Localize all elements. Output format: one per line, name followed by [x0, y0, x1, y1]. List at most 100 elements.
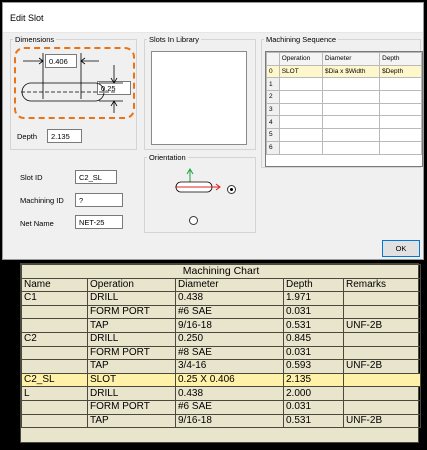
sequence-row[interactable]: 2 [266, 90, 422, 104]
ok-button[interactable]: OK [382, 240, 420, 257]
sequence-diameter-cell[interactable] [321, 140, 381, 155]
chart-operation-cell: TAP [87, 359, 176, 374]
chart-row: C2_SL SLOT 0.25 X 0.406 2.135 [21, 372, 422, 388]
chart-diameter-cell: #6 SAE [175, 304, 284, 320]
sequence-operation-cell[interactable] [278, 140, 323, 155]
chart-row: TAP 9/16-18 0.531 UNF-2B [21, 318, 422, 333]
chart-remarks-cell: UNF-2B [342, 318, 422, 333]
chart-operation-cell: TAP [87, 413, 176, 429]
sequence-row-number: 1 [266, 77, 280, 92]
machining-id-label: Machining ID [20, 196, 64, 205]
orientation-horizontal-radio[interactable] [227, 185, 236, 194]
chart-name-cell [21, 359, 88, 374]
sequence-col-operation[interactable]: Operation [278, 52, 323, 66]
sequence-depth-cell[interactable]: $Depth [379, 64, 422, 79]
chart-name-cell [21, 304, 88, 320]
machining-sequence-legend: Machining Sequence [266, 35, 337, 44]
chart-row: FORM PORT #8 SAE 0.031 [21, 345, 422, 361]
chart-row: FORM PORT #6 SAE 0.031 [21, 304, 422, 320]
chart-row: C1 DRILL 0.438 1.971 [21, 291, 422, 306]
chart-col-name: Name [21, 277, 88, 293]
sequence-diameter-cell[interactable] [321, 90, 381, 104]
chart-name-cell [21, 318, 88, 333]
chart-remarks-cell [342, 345, 422, 361]
sequence-diameter-cell[interactable] [321, 102, 381, 117]
chart-name-cell: C1 [21, 291, 88, 306]
sequence-row[interactable]: 6 [266, 140, 422, 155]
dimensions-legend: Dimensions [15, 35, 55, 44]
sequence-row[interactable]: 4 [266, 115, 422, 130]
sequence-depth-cell[interactable] [379, 77, 422, 92]
sequence-row-number: 5 [266, 128, 280, 142]
chart-depth-cell: 0.531 [283, 318, 344, 333]
sequence-row-number: 0 [266, 64, 280, 79]
chart-diameter-cell: 3/4-16 [175, 359, 284, 374]
slots-library-list[interactable] [151, 51, 247, 145]
chart-remarks-cell: UNF-2B [342, 359, 422, 374]
sequence-row-number: 3 [266, 102, 280, 117]
chart-operation-cell: FORM PORT [87, 399, 176, 415]
chart-title-row: Machining Chart [20, 264, 422, 279]
chart-depth-cell: 0.031 [283, 304, 344, 320]
orientation-legend: Orientation [149, 153, 186, 162]
sequence-diameter-cell[interactable] [321, 128, 381, 142]
chart-name-cell: L [21, 386, 88, 401]
sequence-depth-cell[interactable] [379, 90, 422, 104]
chart-diameter-cell: 9/16-18 [175, 413, 284, 429]
sequence-col-depth[interactable]: Depth [379, 52, 422, 66]
sequence-depth-cell[interactable] [379, 128, 422, 142]
sequence-operation-cell[interactable] [278, 115, 323, 130]
chart-depth-cell: 0.531 [283, 413, 344, 429]
depth-label: Depth [17, 132, 38, 141]
chart-header-row: Name Operation Diameter Depth Remarks [21, 277, 422, 293]
chart-operation-cell: DRILL [87, 291, 176, 306]
sequence-diameter-cell[interactable] [321, 77, 381, 92]
orientation-vertical-radio[interactable] [189, 216, 198, 225]
chart-name-cell [21, 413, 88, 429]
chart-operation-cell: FORM PORT [87, 345, 176, 361]
chart-name-cell [21, 399, 88, 415]
sequence-operation-cell[interactable] [278, 90, 323, 104]
sequence-row[interactable]: 3 [266, 102, 422, 117]
depth-input[interactable]: 2.135 [47, 129, 82, 143]
sequence-row[interactable]: 1 [266, 77, 422, 92]
sequence-corner-cell [266, 52, 280, 66]
chart-row: C2 DRILL 0.250 0.845 [21, 331, 422, 347]
chart-diameter-cell: 0.250 [175, 331, 284, 347]
sequence-depth-cell[interactable] [379, 115, 422, 130]
slot-id-label: Slot ID [20, 173, 43, 182]
machining-id-input[interactable]: ? [75, 193, 123, 207]
slot-diagram-icon [21, 53, 123, 113]
chart-row: TAP 3/4-16 0.593 UNF-2B [21, 359, 422, 374]
sequence-operation-cell[interactable] [278, 128, 323, 142]
net-name-label: Net Name [20, 219, 54, 228]
slot-id-input[interactable]: C2_SL [75, 170, 117, 184]
chart-diameter-cell: 0.438 [175, 386, 284, 401]
sequence-row-number: 2 [266, 90, 280, 104]
sequence-operation-cell[interactable] [278, 77, 323, 92]
chart-remarks-cell [342, 386, 422, 401]
sequence-col-diameter[interactable]: Diameter [321, 52, 381, 66]
chart-name-cell: C2 [21, 331, 88, 347]
chart-remarks-cell [342, 291, 422, 306]
net-name-input[interactable]: NET-25 [75, 215, 123, 229]
machining-sequence-grid[interactable]: Operation Diameter Depth 0 SLOT $Dia x $… [265, 51, 423, 167]
sequence-diameter-cell[interactable]: $Dia x $Width [321, 64, 381, 79]
sequence-row-number: 4 [266, 115, 280, 130]
sequence-operation-cell[interactable]: SLOT [278, 64, 323, 79]
sequence-row[interactable]: 5 [266, 128, 422, 142]
sequence-operation-cell[interactable] [278, 102, 323, 117]
sequence-depth-cell[interactable] [379, 140, 422, 155]
sequence-diameter-cell[interactable] [321, 115, 381, 130]
chart-depth-cell: 0.593 [283, 359, 344, 374]
chart-row: TAP 9/16-18 0.531 UNF-2B [21, 413, 422, 429]
sequence-row[interactable]: 0 SLOT $Dia x $Width $Depth [266, 64, 422, 79]
chart-remarks-cell [342, 372, 422, 388]
chart-title: Machining Chart [20, 264, 422, 279]
sequence-depth-cell[interactable] [379, 102, 422, 117]
edit-slot-dialog: Edit Slot Dimensions 0.406 0.25 Depth 2.… [2, 2, 424, 260]
dialog-title: Edit Slot [10, 13, 44, 23]
sequence-header-row: Operation Diameter Depth [266, 52, 422, 66]
chart-name-cell [21, 345, 88, 361]
chart-diameter-cell: 0.438 [175, 291, 284, 306]
